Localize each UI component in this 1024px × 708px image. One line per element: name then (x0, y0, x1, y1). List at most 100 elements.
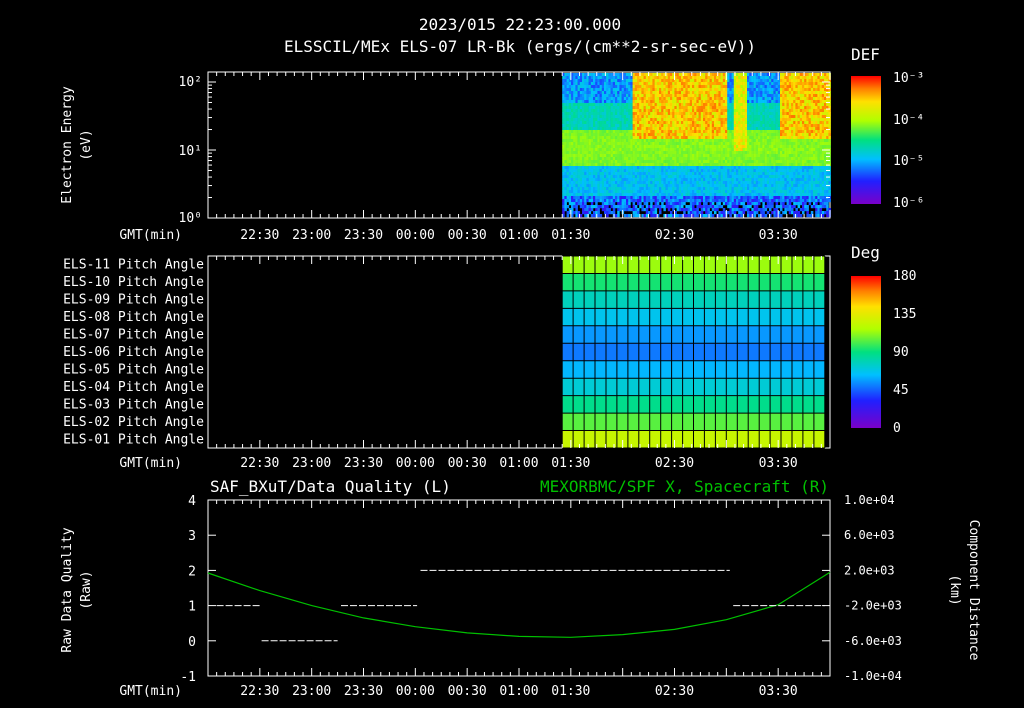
spectrogram-cell (700, 196, 704, 200)
spectrogram-cell (595, 157, 598, 161)
spectrogram-cell (692, 160, 695, 164)
spectrogram-cell (650, 154, 653, 158)
spectrogram-cell (731, 106, 735, 110)
spectrogram-cell (566, 163, 570, 167)
spectrogram-cell (579, 148, 583, 152)
spectrogram-cell (788, 109, 792, 113)
spectrogram-cell (725, 103, 728, 107)
spectrogram-cell (590, 163, 594, 167)
spectrogram-cell (670, 199, 673, 203)
spectrogram-cell (632, 157, 636, 161)
spectrogram-cell (714, 91, 717, 95)
spectrogram-cell (632, 214, 636, 218)
spectrogram-cell (639, 181, 642, 185)
spectrogram-cell (562, 82, 565, 86)
spectrogram-cell (705, 199, 708, 203)
spectrogram-cell (788, 115, 792, 119)
spectrogram-cell (795, 130, 798, 134)
spectrogram-cell (786, 124, 790, 128)
spectrogram-cell (700, 91, 704, 95)
spectrogram-cell (641, 172, 644, 176)
spectrogram-cell (617, 184, 620, 188)
spectrogram-cell (652, 157, 655, 161)
spectrogram-cell (588, 178, 592, 182)
spectrogram-cell (617, 166, 620, 170)
spectrogram-cell (729, 82, 732, 86)
spectrogram-cell (736, 133, 739, 137)
spectrogram-cell (751, 76, 754, 80)
spectrogram-cell (566, 148, 570, 152)
spectrogram-cell (692, 145, 695, 149)
spectrogram-cell (773, 88, 776, 92)
spectrogram-cell (650, 175, 653, 179)
spectrogram-cell (579, 85, 583, 89)
spectrogram-cell (612, 142, 616, 146)
spectrogram-cell (665, 205, 669, 209)
spectrogram-cell (742, 112, 746, 116)
spectrogram-cell (571, 85, 574, 89)
spectrogram-cell (676, 169, 680, 173)
spectrogram-cell (568, 172, 572, 176)
spectrogram-cell (661, 205, 664, 209)
spectrogram-cell (564, 163, 567, 167)
spectrogram-cell (753, 145, 757, 149)
spectrogram-cell (595, 100, 598, 104)
spectrogram-cell (648, 106, 651, 110)
spectrogram-cell (656, 85, 660, 89)
spectrogram-cell (681, 136, 684, 140)
spectrogram-cell (795, 88, 798, 92)
spectrogram-cell (694, 85, 697, 89)
spectrogram-cell (685, 184, 688, 188)
spectrogram-cell (793, 190, 796, 194)
spectrogram-cell (773, 169, 776, 173)
spectrogram-cell (562, 100, 565, 104)
spectrogram-cell (676, 115, 680, 119)
spectrogram-cell (731, 112, 735, 116)
spectrogram-cell (731, 103, 735, 107)
spectrogram-cell (764, 145, 768, 149)
spectrogram-cell (729, 196, 732, 200)
spectrogram-cell (725, 85, 728, 89)
spectrogram-cell (595, 169, 598, 173)
spectrogram-cell (654, 169, 658, 173)
spectrogram-cell (744, 181, 748, 185)
spectrogram-cell (687, 82, 691, 86)
spectrogram-cell (738, 160, 741, 164)
spectrogram-cell (617, 124, 620, 128)
spectrogram-cell (718, 118, 721, 122)
spectrogram-cell (725, 202, 728, 206)
spectrogram-cell (747, 184, 750, 188)
spectrogram-cell (645, 205, 649, 209)
spectrogram-cell (654, 190, 658, 194)
spectrogram-cell (656, 199, 660, 203)
spectrogram-cell (782, 139, 785, 143)
spectrogram-cell (744, 82, 748, 86)
spectrogram-cell (698, 121, 702, 125)
spectrogram-cell (769, 121, 772, 125)
spectrogram-cell (626, 79, 629, 83)
spectrogram-cell (632, 163, 636, 167)
spectrogram-cell (621, 115, 625, 119)
spectrogram-cell (654, 157, 658, 161)
spectrogram-cell (619, 115, 622, 119)
spectrogram-cell (667, 121, 671, 125)
spectrogram-cell (610, 202, 614, 206)
spectrogram-cell (714, 160, 717, 164)
spectrogram-cell (597, 121, 600, 125)
spectrogram-cell (733, 196, 737, 200)
spectrogram-cell (630, 133, 633, 137)
spectrogram-cell (733, 190, 737, 194)
spectrogram-cell (694, 154, 697, 158)
spectrogram-cell (687, 118, 691, 122)
spectrogram-cell (643, 130, 647, 134)
spectrogram-cell (650, 178, 653, 182)
spectrogram-cell (694, 202, 697, 206)
spectrogram-cell (659, 94, 662, 98)
spectrogram-cell (791, 88, 794, 92)
spectrogram-cell (637, 160, 640, 164)
spectrogram-cell (656, 118, 660, 122)
spectrogram-cell (608, 142, 611, 146)
spectrogram-cell (566, 85, 570, 89)
spectrogram-cell (747, 82, 750, 86)
spectrogram-cell (716, 160, 719, 164)
